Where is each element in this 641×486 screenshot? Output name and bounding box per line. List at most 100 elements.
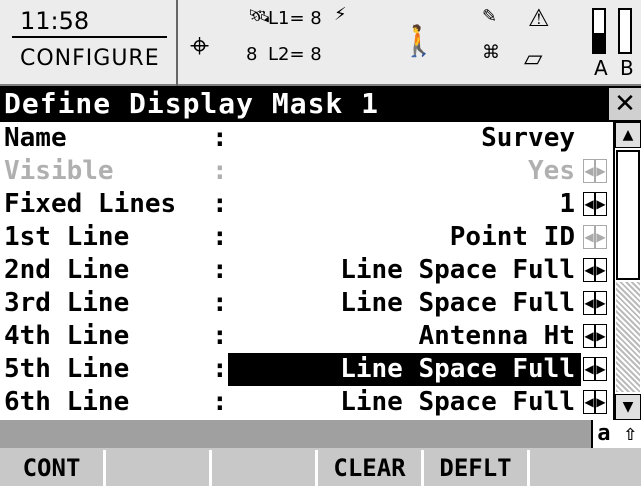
softkey-f4-clear[interactable]: CLEAR	[318, 450, 424, 486]
field-row-4th-line[interactable]: 4th Line : Antenna Ht ◀ ▶	[0, 320, 610, 353]
arrow-left-icon[interactable]: ◀	[583, 291, 595, 315]
field-label: Visible	[4, 156, 114, 186]
field-separator: :	[212, 321, 228, 351]
field-row-1st-line[interactable]: 1st Line : Point ID ◀ ▶	[0, 221, 610, 254]
field-row-2nd-line[interactable]: 2nd Line : Line Space Full ◀ ▶	[0, 254, 610, 287]
network-icon: ⌘	[482, 42, 500, 63]
scroll-track[interactable]	[616, 282, 640, 392]
arrow-right-icon[interactable]: ▶	[595, 390, 607, 414]
field-label: 6th Line	[4, 387, 130, 417]
field-label: 4th Line	[4, 321, 130, 351]
scroll-up-icon[interactable]: ▲	[615, 122, 641, 148]
arrow-left-icon[interactable]: ◀	[583, 390, 595, 414]
warning-icon: ⚠	[528, 4, 550, 32]
field-separator: :	[212, 222, 228, 252]
field-value-box[interactable]: Line Space Full	[228, 386, 581, 419]
field-value: Line Space Full	[340, 387, 575, 417]
field-separator: :	[212, 255, 228, 285]
field-value-box: Yes	[228, 155, 581, 188]
battery-a-icon	[592, 8, 606, 54]
dialog-title: Define Display Mask 1	[4, 87, 380, 120]
field-label: Name	[4, 123, 67, 153]
field-label: 1st Line	[4, 222, 130, 252]
arrow-left-icon[interactable]: ◀	[583, 258, 595, 282]
field-label: 3rd Line	[4, 288, 130, 318]
scroll-thumb[interactable]	[616, 150, 640, 280]
choice-arrows: ◀ ▶	[583, 159, 609, 183]
choice-arrows[interactable]: ◀ ▶	[583, 225, 609, 249]
arrow-right-icon: ▶	[595, 159, 607, 183]
field-value-box-selected[interactable]: Line Space Full	[228, 353, 581, 386]
field-row-5th-line[interactable]: 5th Line : Line Space Full ◀ ▶	[0, 353, 610, 386]
field-row-fixed-lines[interactable]: Fixed Lines : 1 ◀ ▶	[0, 188, 610, 221]
choice-arrows[interactable]: ◀ ▶	[583, 357, 609, 381]
arrow-right-icon[interactable]: ▶	[595, 192, 607, 216]
arrow-left-icon[interactable]: ◀	[583, 324, 595, 348]
surveyor-icon: 🚶	[400, 24, 438, 59]
memory-card-icon: ▱	[524, 44, 543, 72]
scroll-down-icon[interactable]: ▼	[615, 394, 641, 420]
choice-arrows[interactable]: ◀ ▶	[583, 291, 609, 315]
choice-arrows[interactable]: ◀ ▶	[583, 324, 609, 348]
field-value: Line Space Full	[340, 255, 575, 285]
softkey-f2[interactable]	[106, 450, 212, 486]
radio-icon: ✎	[482, 6, 498, 27]
field-separator: :	[212, 156, 228, 186]
arrow-left-icon[interactable]: ◀	[583, 225, 595, 249]
field-list: Name : Survey Visible : Yes ◀ ▶ Fixed Lin…	[0, 122, 641, 420]
scrollbar[interactable]: ▲ ▼	[613, 122, 641, 420]
field-separator: :	[212, 387, 228, 417]
field-label: Fixed Lines	[4, 189, 177, 219]
field-label: 2nd Line	[4, 255, 130, 285]
arrow-right-icon[interactable]: ▶	[595, 225, 607, 249]
input-mode-indicator: a ⇧	[591, 420, 641, 448]
arrow-right-icon[interactable]: ▶	[595, 324, 607, 348]
field-row-visible: Visible : Yes ◀ ▶	[0, 155, 610, 188]
arrow-left-icon[interactable]: ◀	[583, 192, 595, 216]
arrow-left-icon[interactable]: ◀	[583, 357, 595, 381]
arrow-right-icon[interactable]: ▶	[595, 258, 607, 282]
mode-label: CONFIGURE	[20, 46, 160, 71]
field-row-name[interactable]: Name : Survey	[0, 122, 610, 155]
field-value: Antenna Ht	[418, 321, 575, 351]
field-value: Yes	[528, 156, 575, 186]
softkey-bar: CONT CLEAR DEFLT	[0, 450, 641, 486]
l2-count: L2= 8	[268, 44, 322, 65]
arrow-left-icon: ◀	[583, 159, 595, 183]
field-value-box[interactable]: 1	[228, 188, 581, 221]
field-value: Line Space Full	[340, 288, 575, 318]
field-value: 1	[559, 189, 575, 219]
softkey-f6[interactable]	[530, 450, 636, 486]
field-value-box[interactable]: Survey	[228, 122, 581, 155]
close-icon[interactable]: ✕	[609, 88, 641, 120]
arrow-right-icon[interactable]: ▶	[595, 357, 607, 381]
clock: 11:58	[12, 6, 167, 38]
field-value-box[interactable]: Line Space Full	[228, 287, 581, 320]
softkey-f1-cont[interactable]: CONT	[0, 450, 106, 486]
status-bar: 11:58 CONFIGURE ⌖ 🛰 8 L1= 8 L2= 8 ⚡ 🚶 ✎ …	[0, 0, 641, 86]
battery-b-label: B	[620, 56, 634, 80]
field-row-3rd-line[interactable]: 3rd Line : Line Space Full ◀ ▶	[0, 287, 610, 320]
sat-count: 8	[246, 44, 258, 65]
field-value: Point ID	[449, 222, 575, 252]
field-separator: :	[212, 189, 228, 219]
field-row-6th-line[interactable]: 6th Line : Line Space Full ◀ ▶	[0, 386, 610, 419]
battery-b-icon	[618, 8, 632, 54]
softkey-f3[interactable]	[212, 450, 318, 486]
field-value-box[interactable]: Antenna Ht	[228, 320, 581, 353]
field-separator: :	[212, 123, 228, 153]
softkey-f5-deflt[interactable]: DEFLT	[424, 450, 530, 486]
arrow-right-icon[interactable]: ▶	[595, 291, 607, 315]
message-line: a ⇧	[0, 420, 641, 448]
choice-arrows[interactable]: ◀ ▶	[583, 258, 609, 282]
field-separator: :	[212, 288, 228, 318]
field-value: Survey	[481, 123, 575, 153]
field-separator: :	[212, 354, 228, 384]
choice-arrows[interactable]: ◀ ▶	[583, 390, 609, 414]
field-value-box[interactable]: Point ID	[228, 221, 581, 254]
choice-arrows[interactable]: ◀ ▶	[583, 192, 609, 216]
dialog-title-bar: Define Display Mask 1 ✕	[0, 86, 641, 122]
status-divider	[176, 0, 178, 86]
field-value-box[interactable]: Line Space Full	[228, 254, 581, 287]
l1-count: L1= 8	[268, 8, 322, 29]
